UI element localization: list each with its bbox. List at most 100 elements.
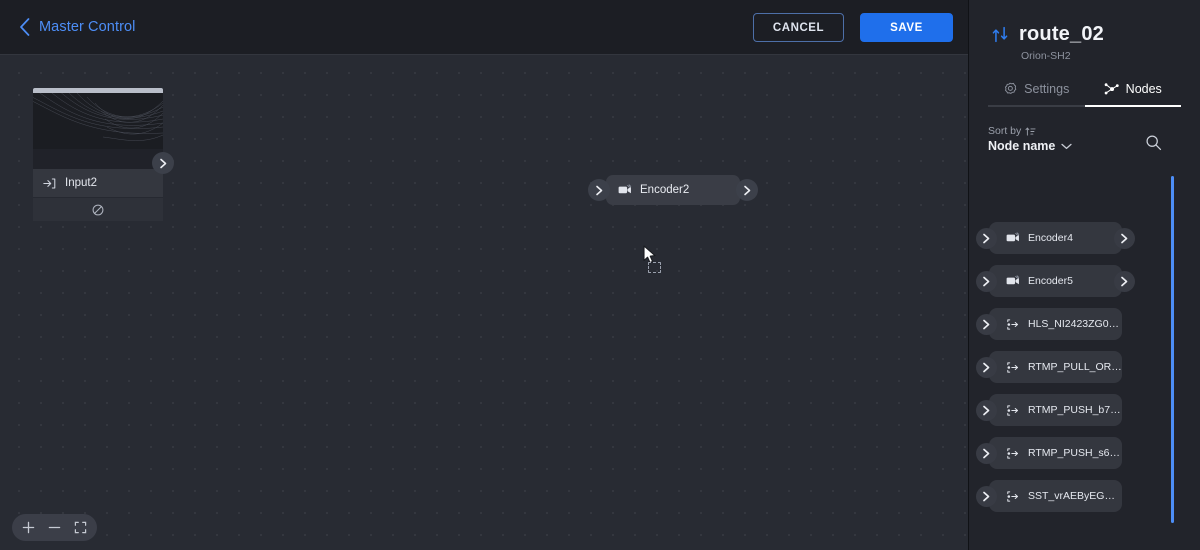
sort-by-row: Sort by: [988, 125, 1072, 137]
back-to-master-control[interactable]: Master Control: [19, 18, 136, 36]
chevron-right-icon: [595, 185, 602, 195]
node-connect-button[interactable]: [1114, 270, 1135, 292]
app-root: Master Control CANCEL SAVE Input2 Encode…: [0, 0, 1200, 550]
right-sidebar: route_02 Orion-SH2 Settings Nodes Sort b…: [968, 0, 1200, 550]
node-pill[interactable]: Encoder4: [989, 222, 1122, 254]
node-pill[interactable]: HLS_NI2423ZG0NEs7k: [989, 308, 1122, 340]
chevron-down-icon: [1061, 143, 1073, 150]
flow-canvas[interactable]: Input2 Encoder2: [0, 55, 968, 550]
node-pill[interactable]: Encoder5: [989, 265, 1122, 297]
search-icon: [1146, 135, 1162, 151]
encoder-camera-icon: [618, 184, 632, 196]
list-item[interactable]: RTMP_PUSH_s6R66b…: [969, 437, 1200, 469]
node-expand-button[interactable]: [976, 399, 997, 421]
tab-nodes[interactable]: Nodes: [1084, 82, 1181, 107]
waveform-preview-icon: [33, 93, 163, 141]
sidebar-title-row: route_02: [991, 23, 1200, 46]
output-node-icon: [1006, 447, 1020, 460]
chevron-right-icon: [743, 185, 750, 195]
chevron-right-icon: [1121, 233, 1128, 243]
node-expand-button[interactable]: [976, 313, 997, 335]
node-expand-button[interactable]: [976, 356, 997, 378]
zoom-in-button[interactable]: [22, 521, 35, 534]
zoom-controls: [12, 514, 97, 541]
node-label: RTMP_PULL_ORQKX…: [1028, 361, 1122, 373]
canvas-node-encoder2[interactable]: Encoder2: [588, 175, 758, 205]
node-visibility-toggle[interactable]: [33, 197, 163, 221]
chevron-right-icon: [983, 362, 990, 372]
list-item[interactable]: HLS_NI2423ZG0NEs7k: [969, 308, 1200, 340]
node-pill[interactable]: RTMP_PUSH_b7Ahfh1…: [989, 394, 1122, 426]
node-connect-button[interactable]: [1114, 227, 1135, 249]
node-pill[interactable]: RTMP_PUSH_s6R66b…: [989, 437, 1122, 469]
list-item[interactable]: SST_vrAEByEGGt1oQs: [969, 480, 1200, 512]
chevron-right-icon: [983, 405, 990, 415]
search-button[interactable]: [1145, 134, 1162, 156]
sort-value: Node name: [988, 139, 1056, 153]
back-label: Master Control: [39, 19, 136, 35]
page-title: route_02: [1019, 23, 1104, 45]
fit-screen-button[interactable]: [74, 521, 87, 534]
node-status-band: [33, 149, 163, 169]
node-label: Encoder4: [1028, 232, 1073, 244]
list-item[interactable]: Encoder5: [969, 265, 1200, 297]
sidebar-header: route_02 Orion-SH2: [969, 0, 1200, 62]
save-button[interactable]: SAVE: [860, 13, 953, 42]
zoom-out-button[interactable]: [48, 521, 61, 534]
plus-icon: [23, 521, 35, 534]
node-expand-button[interactable]: [976, 485, 997, 507]
node-expand-button[interactable]: [976, 227, 997, 249]
output-node-icon: [1006, 490, 1020, 503]
sidebar-tabs: Settings Nodes: [988, 82, 1181, 107]
chevron-right-icon: [983, 276, 990, 286]
chevron-right-icon: [983, 448, 990, 458]
encoder-camera-icon: [1006, 232, 1020, 244]
sort-dropdown[interactable]: Node name: [988, 139, 1073, 153]
node-label: HLS_NI2423ZG0NEs7k: [1028, 318, 1122, 330]
nodes-graph-icon: [1104, 82, 1119, 96]
drag-ghost-indicator: [648, 262, 661, 273]
node-label-row[interactable]: Input2: [33, 169, 163, 197]
node-pill[interactable]: SST_vrAEByEGGt1oQs: [989, 480, 1122, 512]
sort-texts: Sort by Node name: [988, 125, 1073, 153]
node-output-port[interactable]: [736, 179, 758, 201]
main-area: Master Control CANCEL SAVE Input2 Encode…: [0, 0, 968, 550]
node-input-port[interactable]: [588, 179, 610, 201]
chevron-right-icon: [983, 491, 990, 501]
node-output-port[interactable]: [152, 152, 174, 174]
route-shuffle-icon: [991, 25, 1010, 44]
chevron-right-icon: [1121, 276, 1128, 286]
node-expand-button[interactable]: [976, 270, 997, 292]
node-label: Input2: [65, 177, 97, 189]
sort-bar: Sort by Node name: [988, 125, 1182, 153]
canvas-node-input2[interactable]: Input2: [33, 88, 174, 221]
node-list-scrollbar[interactable]: [1171, 176, 1174, 523]
node-label: RTMP_PUSH_b7Ahfh1…: [1028, 404, 1122, 416]
chevron-right-icon: [983, 233, 990, 243]
node-expand-button[interactable]: [976, 442, 997, 464]
minus-icon: [48, 526, 61, 529]
node-preview-thumbnail: [33, 93, 163, 149]
top-bar: Master Control CANCEL SAVE: [0, 0, 968, 55]
fit-screen-icon: [74, 521, 86, 534]
tab-settings[interactable]: Settings: [988, 82, 1085, 107]
node-label: SST_vrAEByEGGt1oQs: [1028, 490, 1122, 502]
chevron-left-icon: [20, 18, 30, 36]
eye-off-icon: [91, 203, 105, 217]
list-item[interactable]: RTMP_PUSH_b7Ahfh1…: [969, 394, 1200, 426]
sidebar-subtitle: Orion-SH2: [1021, 50, 1071, 62]
encoder-camera-icon: [1006, 275, 1020, 287]
list-item[interactable]: RTMP_PULL_ORQKX…: [969, 351, 1200, 383]
cancel-button[interactable]: CANCEL: [753, 13, 844, 42]
node-label: RTMP_PUSH_s6R66b…: [1028, 447, 1122, 459]
chevron-right-icon: [983, 319, 990, 329]
gear-icon: [1003, 82, 1017, 96]
tab-label: Nodes: [1125, 82, 1162, 96]
chevron-right-icon: [159, 158, 166, 168]
node-list[interactable]: Encoder4 Encoder5 HLS_NI2423ZG0NEs7k RTMP_P…: [969, 222, 1200, 550]
sort-ascending-icon[interactable]: [1025, 126, 1036, 137]
node-pill[interactable]: RTMP_PULL_ORQKX…: [989, 351, 1122, 383]
sort-by-label: Sort by: [988, 125, 1022, 137]
list-item[interactable]: Encoder4: [969, 222, 1200, 254]
output-node-icon: [1006, 404, 1020, 417]
